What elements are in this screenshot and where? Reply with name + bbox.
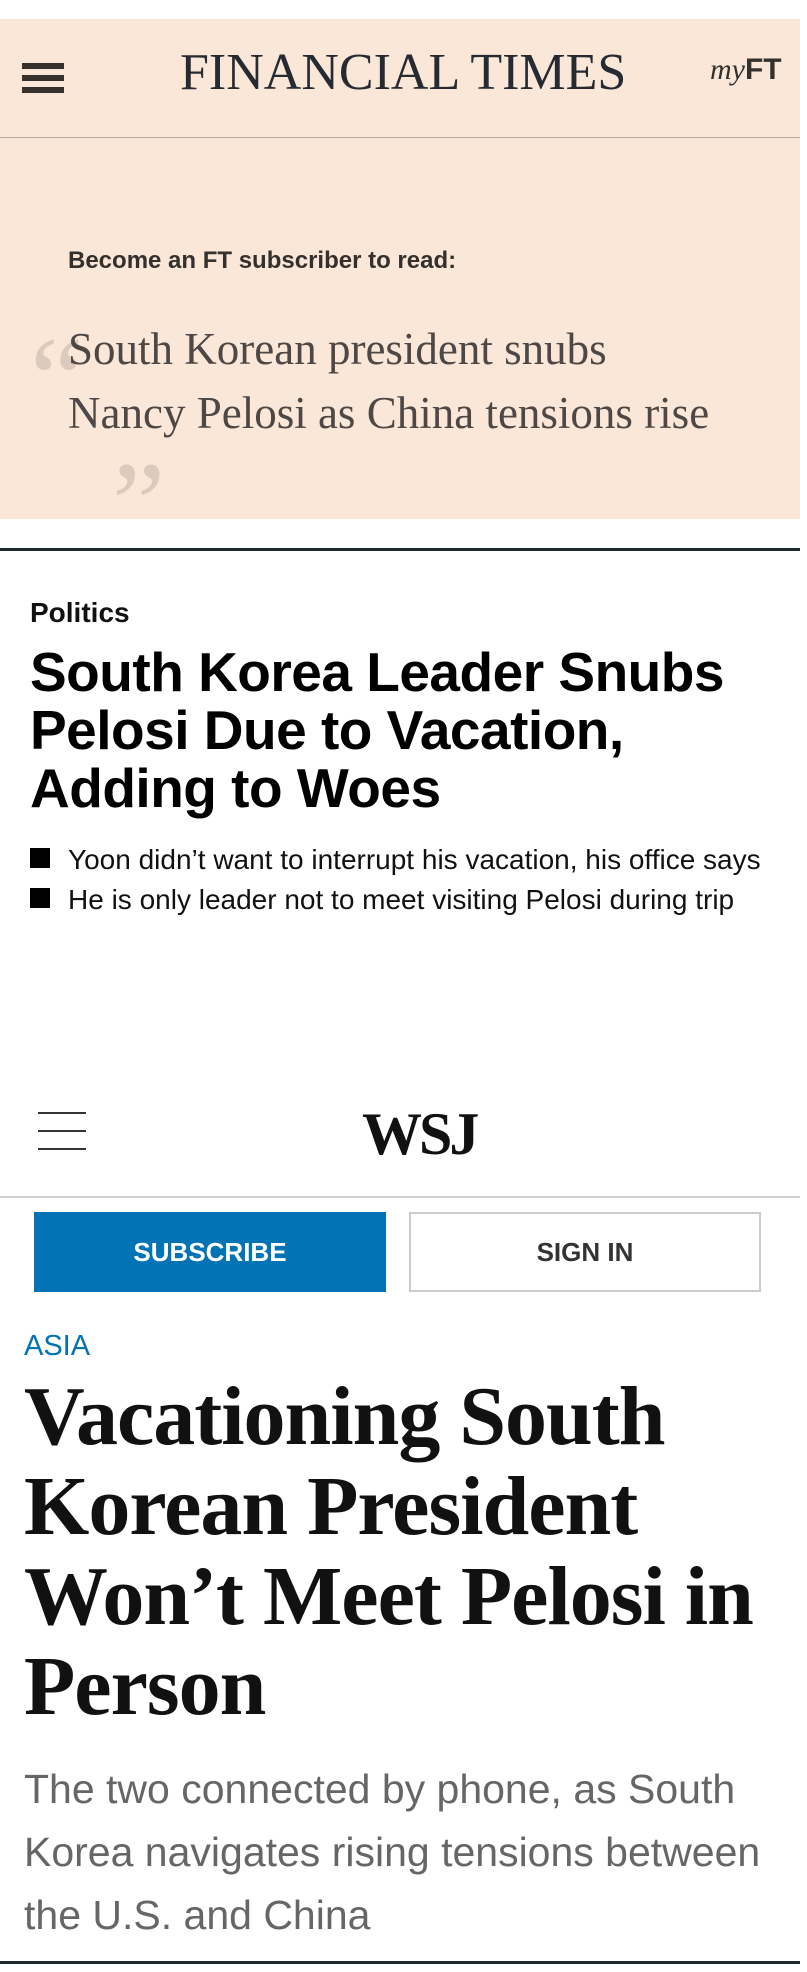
bullet-square-icon bbox=[30, 848, 50, 868]
header-divider bbox=[0, 1196, 800, 1198]
ft-logo[interactable]: FINANCIAL TIMES bbox=[180, 47, 626, 99]
ft-header: FINANCIAL TIMES myFT bbox=[0, 19, 800, 138]
subscribe-button[interactable]: SUBSCRIBE bbox=[34, 1212, 386, 1292]
list-item: Yoon didn’t want to interrupt his vacati… bbox=[30, 840, 770, 880]
section-label[interactable]: ASIA bbox=[24, 1330, 90, 1363]
hamburger-menu-icon[interactable] bbox=[22, 61, 64, 95]
article-kicker[interactable]: Politics bbox=[30, 597, 130, 629]
bullet-text: Yoon didn’t want to interrupt his vacati… bbox=[68, 844, 761, 875]
bullet-square-icon bbox=[30, 888, 50, 908]
wsj-logo[interactable]: WSJ bbox=[362, 1104, 479, 1164]
wsj-article-headline: Vacationing South Korean President Won’t… bbox=[24, 1370, 754, 1733]
article-headline: South Korea Leader Snubs Pelosi Due to V… bbox=[30, 641, 724, 819]
ft-paywall-panel: FINANCIAL TIMES myFT Become an FT subscr… bbox=[0, 19, 800, 564]
hamburger-menu-icon[interactable] bbox=[38, 1110, 86, 1152]
bullet-text: He is only leader not to meet visiting P… bbox=[68, 884, 735, 915]
quote-close-icon: ” bbox=[112, 437, 166, 570]
section-divider bbox=[0, 548, 800, 551]
subscriber-prompt: Become an FT subscriber to read: bbox=[68, 247, 457, 274]
myft-my: my bbox=[710, 53, 745, 86]
sign-in-button[interactable]: SIGN IN bbox=[409, 1212, 761, 1292]
wsj-article-dek: The two connected by phone, as South Kor… bbox=[24, 1766, 761, 1938]
list-item: He is only leader not to meet visiting P… bbox=[30, 880, 770, 920]
myft-link[interactable]: myFT bbox=[710, 53, 782, 87]
myft-ft: FT bbox=[744, 53, 782, 86]
section-divider bbox=[0, 1961, 800, 1964]
ft-article-headline: South Korean president snubs Nancy Pelos… bbox=[68, 324, 710, 438]
article-bullets: Yoon didn’t want to interrupt his vacati… bbox=[30, 840, 770, 920]
